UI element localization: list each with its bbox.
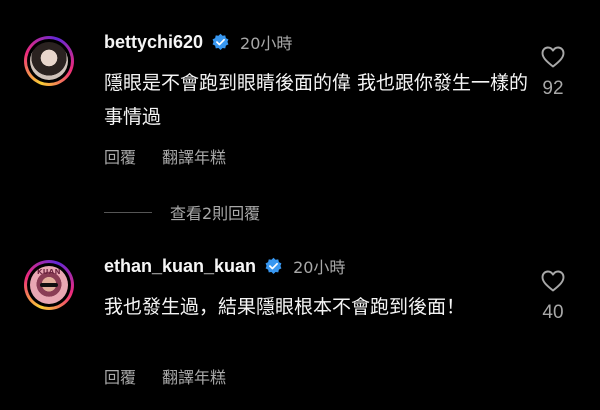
- like-count: 40: [542, 302, 564, 323]
- heart-icon[interactable]: [541, 270, 565, 292]
- like-count: 92: [542, 78, 564, 99]
- avatar-text: KUAN: [36, 268, 62, 276]
- heart-icon[interactable]: [541, 46, 565, 68]
- reply-button[interactable]: 回覆: [104, 144, 136, 168]
- sunglasses-shape: [40, 283, 58, 287]
- comment-text: 我也發生過，結果隱眼根本不會跑到後面！: [104, 296, 466, 318]
- timestamp: 20小時: [240, 34, 293, 53]
- avatar-image: [30, 42, 68, 80]
- avatar[interactable]: [24, 36, 74, 86]
- comment-header: ethan_kuan_kuan 20小時: [104, 252, 345, 280]
- translate-button[interactable]: 翻譯年糕: [162, 364, 226, 388]
- like-control[interactable]: 92: [538, 46, 568, 100]
- username[interactable]: ethan_kuan_kuan: [104, 256, 256, 277]
- comment-text: 隱眼是不會跑到眼睛後面的偉 我也跟你發生一樣的事情過: [104, 72, 529, 128]
- avatar[interactable]: KUAN: [24, 260, 74, 310]
- translate-button[interactable]: 翻譯年糕: [162, 144, 226, 168]
- comment-actions: 回覆 翻譯年糕: [104, 144, 226, 168]
- divider: [104, 211, 152, 213]
- verified-badge-icon: [265, 257, 282, 274]
- verified-badge-icon: [212, 33, 229, 50]
- avatar-image: KUAN: [30, 266, 68, 304]
- reply-button[interactable]: 回覆: [104, 364, 136, 388]
- comment-actions: 回覆 翻譯年糕: [104, 364, 226, 388]
- view-replies-button[interactable]: 查看2則回覆: [104, 200, 260, 224]
- comment-header: bettychi620 20小時: [104, 28, 292, 56]
- username[interactable]: bettychi620: [104, 32, 203, 53]
- like-control[interactable]: 40: [538, 270, 568, 324]
- timestamp: 20小時: [293, 258, 346, 277]
- view-replies-label[interactable]: 查看2則回覆: [170, 200, 260, 224]
